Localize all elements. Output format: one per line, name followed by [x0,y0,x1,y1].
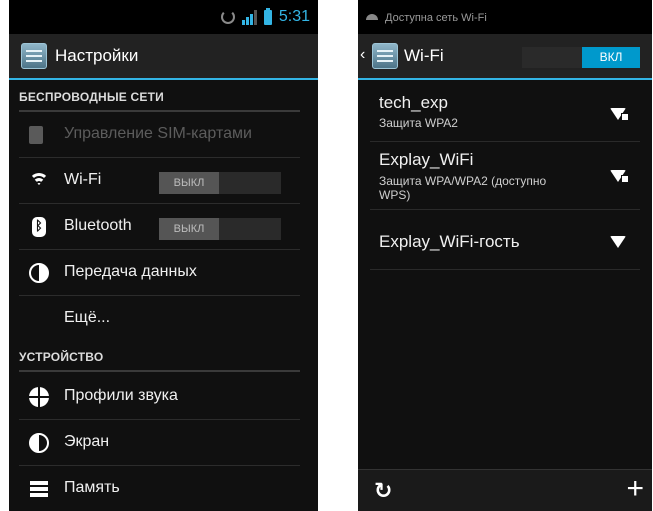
item-label: Ещё... [64,309,111,326]
toggle-label: ВКЛ [582,47,640,68]
network-item[interactable]: Explay_WiFi Защита WPA/WPA2 (доступно WP… [358,142,652,210]
wifi-signal-icon [610,170,629,183]
status-bar: 5:31 [9,0,318,34]
wifi-toggle[interactable]: ВКЛ [522,47,640,68]
item-label: Память [64,479,120,496]
status-bar: Доступна сеть Wi-Fi [358,0,652,34]
page-title: Wi-Fi [404,46,444,65]
settings-app-icon[interactable] [21,43,47,69]
add-icon[interactable]: + [626,473,644,505]
settings-item-memory[interactable]: Память [9,466,318,511]
wifi-toggle[interactable]: ВЫКЛ [159,172,281,194]
wifi-signal-icon [610,236,626,248]
refresh-icon[interactable]: ↻ [374,478,392,504]
display-icon [29,433,49,453]
section-header-wireless: БЕСПРОВОДНЫЕ СЕТИ [19,82,300,112]
settings-item-data-usage[interactable]: Передача данных [9,250,318,296]
item-label: Wi-Fi [64,171,102,188]
item-label: Передача данных [64,263,197,280]
bluetooth-icon [32,217,46,237]
sidebar-item-sim: Управление SIM-картами [9,112,318,158]
wifi-icon [29,171,49,191]
settings-item-wifi[interactable]: Wi-Fi ВЫКЛ [9,158,318,204]
section-header-device: УСТРОЙСТВО [19,342,300,372]
page-title: Настройки [55,46,139,65]
toggle-label: ВЫКЛ [159,172,219,194]
network-security: Защита WPA2 [379,116,458,130]
item-label: Управление SIM-картами [64,125,252,142]
sim-icon [29,126,43,144]
wifi-screen: Доступна сеть Wi-Fi ‹ Wi-Fi ВКЛ tech_exp… [358,0,652,511]
network-name: tech_exp [379,93,448,112]
signal-icon [241,9,257,25]
network-name: Explay_WiFi [379,150,474,169]
status-time: 5:31 [278,8,310,25]
settings-app-icon[interactable] [372,43,398,69]
network-item[interactable]: Explay_WiFi-гость [358,210,652,270]
network-security: Защита WPA/WPA2 (доступно WPS) [379,174,547,202]
settings-item-bluetooth[interactable]: Bluetooth ВЫКЛ [9,204,318,250]
bottom-action-bar: ↻ + [358,469,652,511]
settings-item-sound[interactable]: Профили звука [9,374,318,420]
sync-icon [220,10,235,24]
network-item[interactable]: tech_exp Защита WPA2 [358,86,652,142]
sound-icon [29,387,49,407]
settings-item-more[interactable]: Ещё... [9,296,318,342]
data-usage-icon [29,263,49,283]
wifi-notification: Доступна сеть Wi-Fi [366,12,487,24]
memory-icon [29,479,49,499]
toggle-label: ВЫКЛ [159,218,219,240]
item-label: Экран [64,433,110,450]
action-bar: Настройки [9,34,318,80]
item-label: Bluetooth [64,217,132,234]
settings-item-screen[interactable]: Экран [9,420,318,466]
settings-screen: 5:31 Настройки БЕСПРОВОДНЫЕ СЕТИ Управле… [9,0,318,511]
bluetooth-toggle[interactable]: ВЫКЛ [159,218,281,240]
item-label: Профили звука [64,387,178,404]
network-name: Explay_WiFi-гость [379,232,520,251]
wifi-signal-icon [610,108,629,121]
action-bar: ‹ Wi-Fi ВКЛ [358,34,652,80]
back-chevron-icon[interactable]: ‹ [360,46,365,64]
battery-icon [263,7,272,25]
